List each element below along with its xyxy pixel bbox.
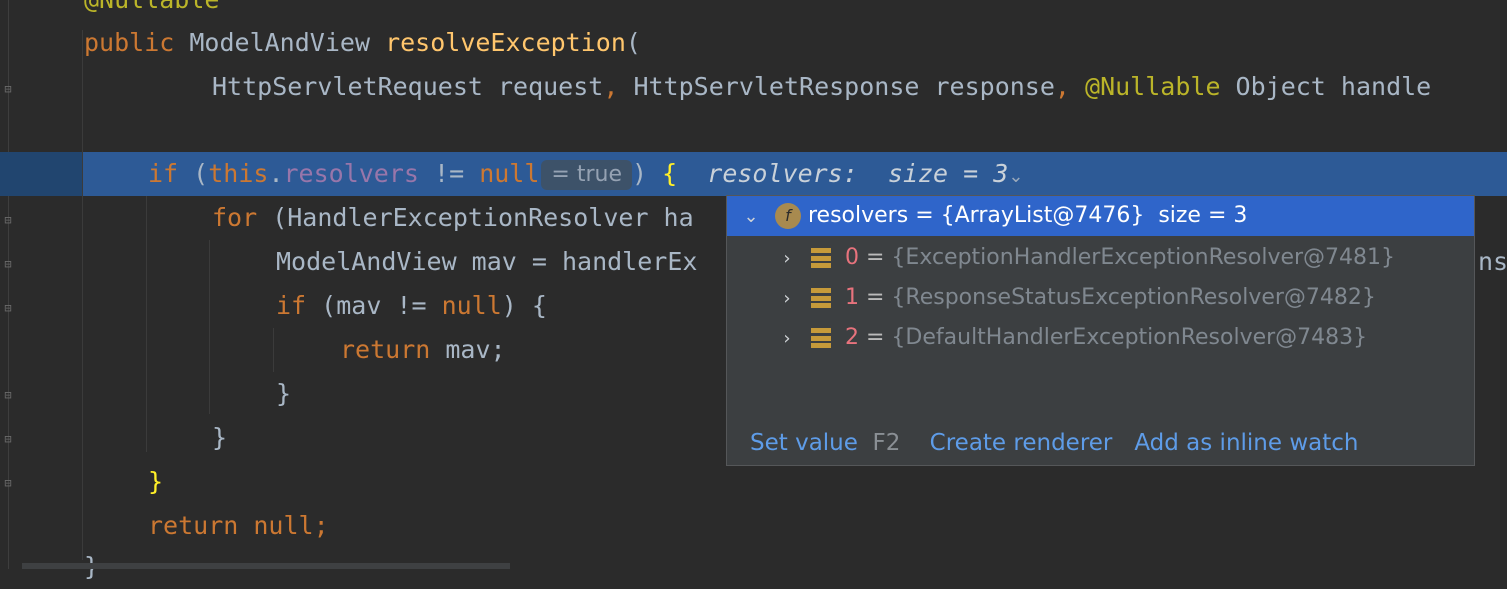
hint-label: resolvers: <box>707 159 858 188</box>
semicolon: ; <box>313 511 329 540</box>
code-line-close: } <box>212 416 227 460</box>
chevron-down-icon[interactable]: ⌄ <box>1008 166 1023 187</box>
code-line-if-mav: if (mav != null) { <box>276 284 547 328</box>
code-line-signature: public ModelAndView resolveException( <box>84 21 641 65</box>
create-renderer-link[interactable]: Create renderer <box>930 430 1113 456</box>
horizontal-scrollbar[interactable] <box>22 563 510 569</box>
code-text: } <box>212 423 228 452</box>
current-line-gutter-highlight <box>0 152 82 196</box>
field-icon: f <box>775 203 801 229</box>
param-request: HttpServletRequest request <box>212 72 604 101</box>
item-value: {ResponseStatusExceptionResolver@7482} <box>891 285 1376 310</box>
comma: , <box>1054 72 1070 101</box>
code-line-close: } <box>276 372 291 416</box>
code-text: (HandlerExceptionResolver ha <box>257 203 694 232</box>
chevron-right-icon[interactable]: › <box>777 279 797 319</box>
popup-footer: Set value F2 Create renderer Add as inli… <box>750 421 1359 465</box>
keyword-this: this <box>208 159 269 188</box>
debug-value-popup[interactable]: ⌄ f resolvers = {ArrayList@7476} size = … <box>726 195 1475 466</box>
matched-brace: } <box>148 467 164 496</box>
hint-value: size = 3 <box>887 159 1009 188</box>
operator: != <box>418 159 480 188</box>
code-text: (mav != <box>306 291 442 320</box>
comma: , <box>603 72 619 101</box>
set-value-link[interactable]: Set value <box>750 430 858 456</box>
tree-row-root[interactable]: ⌄ f resolvers = {ArrayList@7476} size = … <box>727 196 1474 236</box>
paren: ( <box>625 28 641 57</box>
list-element-icon <box>811 288 831 308</box>
inline-debug-hint[interactable]: resolvers: size = 3⌄ <box>707 159 1023 188</box>
indent-guide <box>146 196 147 452</box>
inline-debug-value[interactable]: = true <box>541 160 632 190</box>
code-line-for: for (HandlerExceptionResolver ha <box>212 196 694 240</box>
chevron-down-icon[interactable]: ⌄ <box>741 197 761 237</box>
return-type: ModelAndView <box>189 28 370 57</box>
code-line-close-if: } <box>148 460 163 504</box>
code-line-return-mav: return mav; <box>340 328 506 372</box>
equals: = <box>859 325 892 350</box>
code-text: ModelAndView mav = handlerEx <box>276 247 698 276</box>
code-text: ) { <box>501 291 547 320</box>
indent-guide <box>82 30 83 560</box>
code-line-params: HttpServletRequest request, HttpServletR… <box>212 65 1431 109</box>
paren: ( <box>178 159 209 188</box>
method-name: resolveException <box>385 28 626 57</box>
tree-row-item[interactable]: › 1 = {ResponseStatusExceptionResolver@7… <box>777 278 1376 318</box>
param-response: HttpServletResponse response <box>618 72 1055 101</box>
keyword: if <box>148 159 179 188</box>
indent-guide <box>209 240 210 414</box>
keyword: public <box>84 28 175 57</box>
equals: = <box>908 203 941 228</box>
add-inline-watch-link[interactable]: Add as inline watch <box>1134 430 1358 456</box>
keyword-null: null <box>479 159 540 188</box>
code-line-if-resolvers: if (this.resolvers != null = true) { reso… <box>148 152 1023 196</box>
equals: = <box>859 245 892 270</box>
field-resolvers: resolvers <box>283 159 419 188</box>
code-line-mav: ModelAndView mav = handlerEx <box>276 240 697 284</box>
item-index: 2 <box>845 325 859 350</box>
keyword: for <box>212 203 258 232</box>
annotation: @Nullable <box>1085 72 1221 101</box>
paren: ) <box>631 159 663 188</box>
tree-row-item[interactable]: › 2 = {DefaultHandlerExceptionResolver@7… <box>777 318 1367 358</box>
annotation: @Nullable <box>84 0 219 14</box>
keyword: if <box>276 291 307 320</box>
dot: . <box>268 159 284 188</box>
keyword-null: null <box>238 511 314 540</box>
item-value: {ExceptionHandlerExceptionResolver@7481} <box>891 245 1396 270</box>
param-handler: Object handle <box>1220 72 1432 101</box>
keyword: return <box>340 335 431 364</box>
code-text: ns <box>1478 247 1507 276</box>
field-value: {ArrayList@7476} <box>940 203 1145 228</box>
code-line-return-null: return null; <box>148 504 329 548</box>
list-element-icon <box>811 328 831 348</box>
list-element-icon <box>811 248 831 268</box>
field-name: resolvers <box>808 203 909 228</box>
matched-brace: { <box>662 159 678 188</box>
code-line-mav-tail: ns <box>1478 240 1507 284</box>
keyword-null: null <box>441 291 502 320</box>
keyword: return <box>148 511 239 540</box>
equals: = <box>859 285 892 310</box>
chevron-right-icon[interactable]: › <box>777 319 797 359</box>
size-label: size = 3 <box>1144 203 1248 228</box>
indent-guide <box>273 328 274 372</box>
item-value: {DefaultHandlerExceptionResolver@7483} <box>891 325 1368 350</box>
shortcut-key: F2 <box>872 430 901 456</box>
code-text: mav; <box>430 335 506 364</box>
tree-row-item[interactable]: › 0 = {ExceptionHandlerExceptionResolver… <box>777 238 1395 278</box>
code-text: } <box>276 379 292 408</box>
chevron-right-icon[interactable]: › <box>777 239 797 279</box>
item-index: 0 <box>845 245 859 270</box>
code-line-annotation: @Nullable <box>84 0 219 22</box>
item-index: 1 <box>845 285 859 310</box>
